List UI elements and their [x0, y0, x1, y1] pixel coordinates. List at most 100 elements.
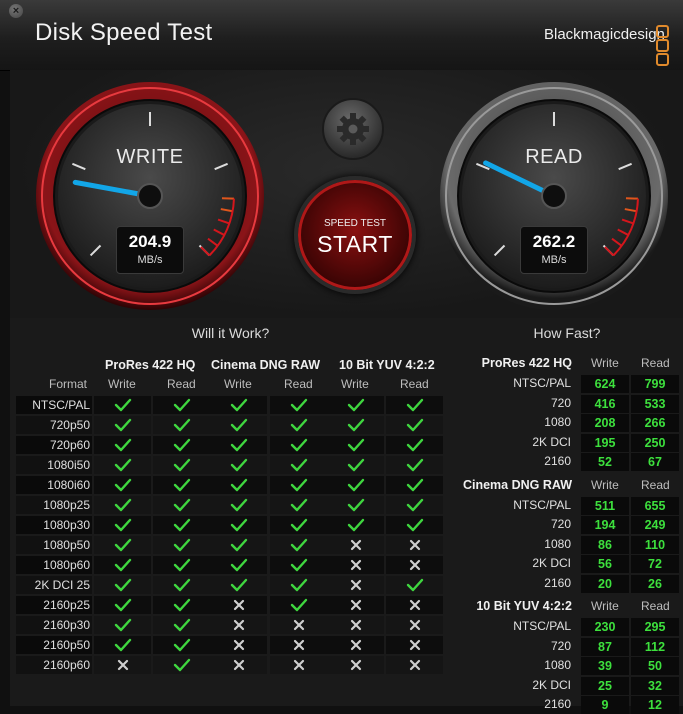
close-icon: ×: [13, 5, 19, 17]
how-fast-read-value: 655: [631, 499, 679, 513]
format-label: 1080p60: [43, 558, 90, 572]
write-label: WRITE: [34, 146, 266, 169]
how-fast-format-label: 2160: [544, 697, 571, 711]
format-label: 1080p50: [43, 538, 90, 552]
app-title: Disk Speed Test: [35, 19, 212, 47]
column-subheader: Write: [108, 377, 136, 391]
checkmark-icon: [173, 538, 191, 552]
cross-icon: [230, 598, 248, 612]
how-fast-format-label: 2160: [544, 576, 571, 590]
format-label: 720p60: [50, 438, 90, 452]
read-gauge: READ 262.2 MB/s: [438, 80, 670, 312]
how-fast-read-header: Read: [641, 599, 670, 613]
start-label: START: [298, 231, 412, 258]
cross-icon: [347, 538, 365, 552]
how-fast-read-value: 533: [631, 397, 679, 411]
how-fast-read-value: 250: [631, 436, 679, 450]
how-fast-format-label: NTSC/PAL: [513, 376, 571, 390]
read-label: READ: [438, 146, 670, 169]
format-label: 2160p25: [43, 598, 90, 612]
checkmark-icon: [114, 398, 132, 412]
checkmark-icon: [114, 618, 132, 632]
cross-icon: [347, 598, 365, 612]
how-fast-format-label: 720: [551, 396, 571, 410]
checkmark-icon: [114, 458, 132, 472]
how-fast-write-value: 20: [581, 577, 629, 591]
how-fast-read-value: 50: [631, 659, 679, 673]
cross-icon: [290, 658, 308, 672]
checkmark-icon: [290, 398, 308, 412]
how-fast-write-header: Write: [591, 478, 619, 492]
cross-icon: [290, 638, 308, 652]
how-fast-read-value: 67: [631, 455, 679, 469]
checkmark-icon: [114, 578, 132, 592]
checkmark-icon: [290, 538, 308, 552]
read-unit: MB/s: [521, 254, 587, 266]
start-button[interactable]: SPEED TEST START: [294, 176, 416, 294]
how-fast-format-label: 1080: [544, 415, 571, 429]
how-fast-read-value: 72: [631, 557, 679, 571]
how-fast-read-value: 12: [631, 698, 679, 712]
write-unit: MB/s: [117, 254, 183, 266]
how-fast-read-value: 32: [631, 679, 679, 693]
checkmark-icon: [290, 418, 308, 432]
write-value: 204.9: [117, 232, 183, 252]
codec-header: Cinema DNG RAW: [211, 358, 320, 372]
will-it-work-title: Will it Work?: [10, 325, 451, 341]
how-fast-write-value: 25: [581, 679, 629, 693]
checkmark-icon: [290, 578, 308, 592]
checkmark-icon: [114, 518, 132, 532]
checkmark-icon: [347, 518, 365, 532]
close-button[interactable]: ×: [9, 4, 23, 18]
write-gauge-dial: [34, 80, 266, 312]
how-fast-write-value: 416: [581, 397, 629, 411]
write-readout: 204.9 MB/s: [116, 226, 184, 274]
how-fast-write-header: Write: [591, 599, 619, 613]
how-fast-codec-header: ProRes 422 HQ: [482, 356, 572, 370]
cross-icon: [347, 618, 365, 632]
format-label: 1080p25: [43, 498, 90, 512]
how-fast-read-value: 26: [631, 577, 679, 591]
results-panels: Will it Work? How Fast? ProRes 422 HQCin…: [10, 318, 683, 706]
checkmark-icon: [230, 458, 248, 472]
format-header: Format: [49, 377, 87, 391]
checkmark-icon: [230, 498, 248, 512]
how-fast-format-label: 1080: [544, 658, 571, 672]
how-fast-write-value: 230: [581, 620, 629, 634]
checkmark-icon: [173, 598, 191, 612]
checkmark-icon: [230, 578, 248, 592]
column-subheader: Write: [341, 377, 369, 391]
checkmark-icon: [290, 478, 308, 492]
how-fast-read-header: Read: [641, 356, 670, 370]
format-label: 1080p30: [43, 518, 90, 532]
how-fast-format-label: 1080: [544, 537, 571, 551]
checkmark-icon: [173, 498, 191, 512]
checkmark-icon: [114, 638, 132, 652]
how-fast-write-value: 624: [581, 377, 629, 391]
how-fast-write-value: 194: [581, 518, 629, 532]
gear-icon: [324, 100, 382, 158]
checkmark-icon: [230, 558, 248, 572]
checkmark-icon: [173, 518, 191, 532]
how-fast-format-label: 720: [551, 639, 571, 653]
how-fast-format-label: 720: [551, 517, 571, 531]
read-gauge-dial: [438, 80, 670, 312]
checkmark-icon: [290, 518, 308, 532]
checkmark-icon: [114, 418, 132, 432]
how-fast-write-header: Write: [591, 356, 619, 370]
checkmark-icon: [114, 498, 132, 512]
checkmark-icon: [347, 478, 365, 492]
checkmark-icon: [173, 658, 191, 672]
cross-icon: [230, 638, 248, 652]
checkmark-icon: [290, 458, 308, 472]
format-label: 720p50: [50, 418, 90, 432]
checkmark-icon: [347, 438, 365, 452]
how-fast-write-value: 52: [581, 455, 629, 469]
column-subheader: Write: [224, 377, 252, 391]
title-bar: × Disk Speed Test Blackmagicdesign: [0, 0, 683, 71]
format-label: NTSC/PAL: [32, 398, 90, 412]
checkmark-icon: [406, 398, 424, 412]
settings-button[interactable]: [322, 98, 384, 160]
how-fast-write-value: 208: [581, 416, 629, 430]
how-fast-write-value: 86: [581, 538, 629, 552]
